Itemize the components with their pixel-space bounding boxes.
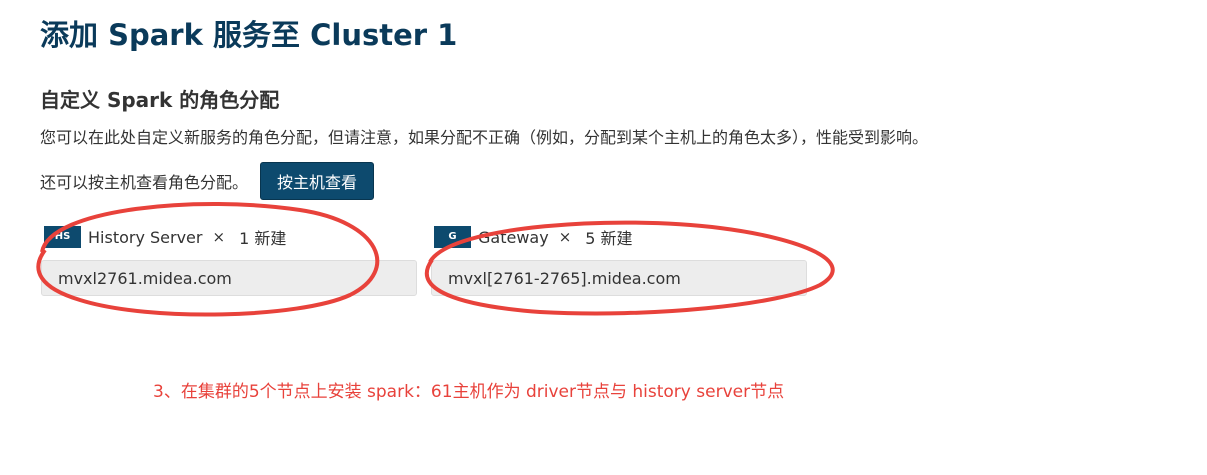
role-instance-count: 1 新建 [239, 229, 287, 248]
role-header: HS History Server × 1 新建 [41, 225, 417, 249]
gateway-host-selector[interactable]: mvxl[2761-2765].midea.com [431, 260, 807, 296]
role-header: G Gateway × 5 新建 [431, 225, 807, 249]
page-title: 添加 Spark 服务至 Cluster 1 [40, 18, 458, 52]
role-history-server: HS History Server × 1 新建 mvxl2761.midea.… [41, 225, 417, 296]
history-server-role-icon: HS [44, 226, 81, 248]
role-instance-count: 5 新建 [585, 229, 633, 248]
section-title: 自定义 Spark 的角色分配 [40, 88, 280, 112]
section-description: 您可以在此处自定义新服务的角色分配，但请注意，如果分配不正确（例如，分配到某个主… [40, 128, 929, 147]
view-by-host-button[interactable]: 按主机查看 [260, 162, 375, 200]
history-server-host-selector[interactable]: mvxl2761.midea.com [41, 260, 417, 296]
host-view-text: 还可以按主机查看角色分配。 [40, 173, 249, 192]
role-gateway: G Gateway × 5 新建 mvxl[2761-2765].midea.c… [431, 225, 807, 296]
page: 添加 Spark 服务至 Cluster 1 自定义 Spark 的角色分配 您… [0, 0, 1207, 475]
role-name: Gateway [478, 227, 549, 247]
annotation-note: 3、在集群的5个节点上安装 spark：61主机作为 driver节点与 his… [153, 382, 785, 402]
times-sign: × [558, 228, 572, 246]
times-sign: × [212, 228, 226, 246]
gateway-role-icon: G [434, 226, 471, 248]
host-view-row: 还可以按主机查看角色分配。 按主机查看 [40, 162, 375, 200]
role-name: History Server [88, 227, 203, 247]
